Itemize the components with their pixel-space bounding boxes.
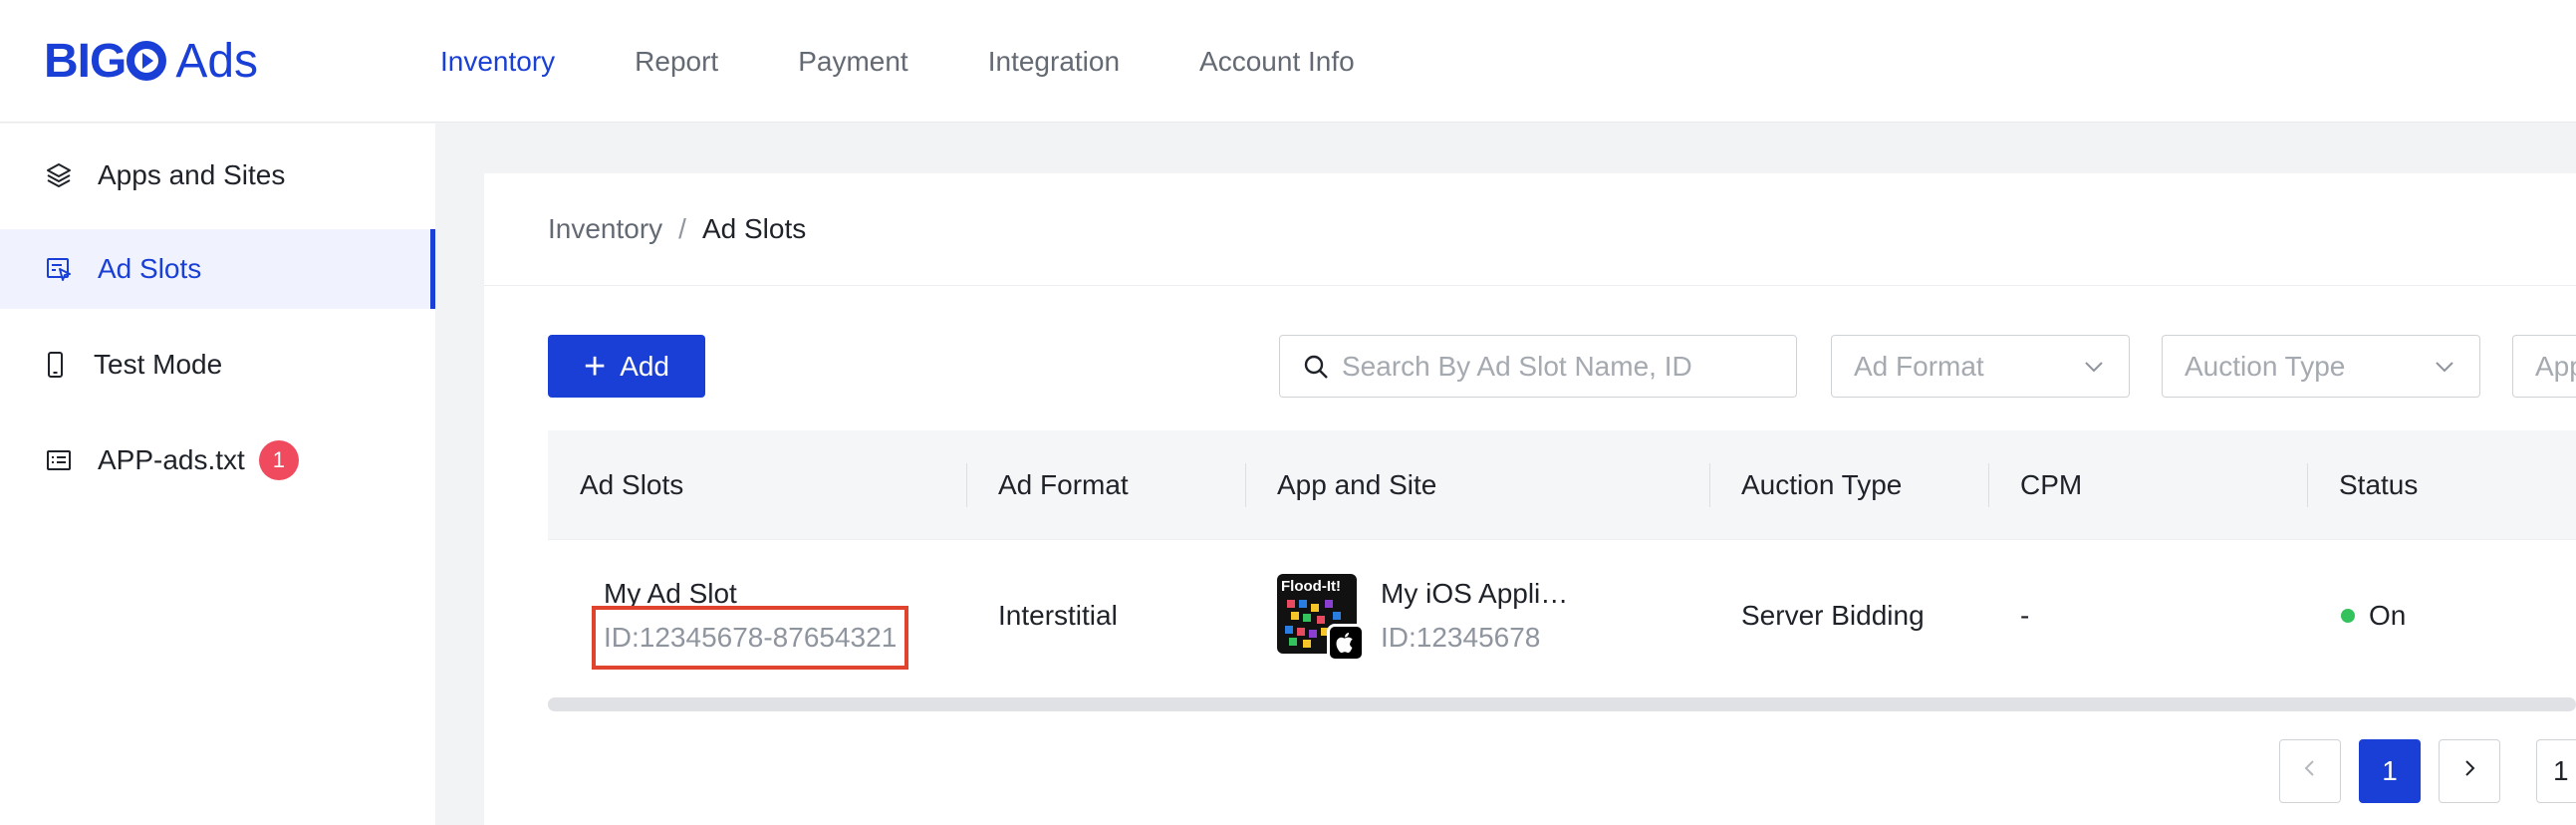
app-name[interactable]: My iOS Appli…: [1381, 578, 1568, 610]
divider: [484, 285, 2576, 286]
ad-slot-icon: [44, 254, 74, 284]
horizontal-scrollbar[interactable]: [548, 697, 2576, 711]
table-row[interactable]: My Ad Slot ID:12345678-87654321 Intersti…: [548, 540, 2576, 691]
nav-integration[interactable]: Integration: [988, 46, 1120, 78]
previous-page-button[interactable]: [2279, 739, 2341, 803]
search-icon: [1302, 353, 1330, 381]
nav-report[interactable]: Report: [635, 46, 718, 78]
app-select-placeholder: App: [2535, 350, 2576, 382]
page-1-button[interactable]: 1: [2359, 739, 2421, 803]
breadcrumb: Inventory / Ad Slots: [548, 213, 806, 245]
breadcrumb-separator: /: [678, 213, 686, 244]
column-separator: [1988, 463, 1989, 507]
add-ad-slot-button[interactable]: + Add: [548, 335, 705, 398]
cpm-value: -: [2020, 600, 2030, 631]
column-separator: [1709, 463, 1710, 507]
page-size-value: 1: [2553, 755, 2569, 786]
chevron-right-icon: [2457, 755, 2481, 787]
column-header-auction-type: Auction Type: [1741, 469, 1903, 500]
column-header-app-and-site: App and Site: [1277, 469, 1437, 500]
auction-type-select-placeholder: Auction Type: [2185, 350, 2346, 382]
apple-icon: [1327, 624, 1365, 662]
logo-play-icon: [127, 41, 167, 81]
content-card: Inventory / Ad Slots + Add Ad Format Auc…: [484, 173, 2576, 825]
status-badge: On: [2341, 600, 2406, 632]
sidebar-item-ad-slots[interactable]: Ad Slots: [0, 229, 435, 309]
nav-payment[interactable]: Payment: [798, 46, 908, 78]
sidebar-item-label: APP-ads.txt: [98, 444, 245, 475]
column-separator: [1245, 463, 1246, 507]
auction-type-value: Server Bidding: [1741, 600, 1925, 631]
notification-badge: 1: [258, 440, 299, 480]
sidebar-item-test-mode[interactable]: Test Mode: [0, 325, 435, 405]
column-header-ad-format: Ad Format: [998, 469, 1129, 500]
column-separator: [966, 463, 967, 507]
breadcrumb-inventory[interactable]: Inventory: [548, 213, 662, 245]
sidebar-item-apps-and-sites[interactable]: Apps and Sites: [0, 136, 435, 215]
breadcrumb-ad-slots: Ad Slots: [701, 213, 807, 244]
add-button-label: Add: [620, 350, 670, 382]
document-list-icon: [44, 445, 74, 475]
bigo-ads-logo[interactable]: BIG Ads: [44, 32, 258, 90]
app-id: ID:12345678: [1381, 622, 1541, 653]
app-select[interactable]: App: [2512, 335, 2576, 398]
sidebar-item-label: Ad Slots: [98, 253, 202, 284]
sidebar-item-label: Apps and Sites: [98, 159, 286, 190]
search-box: [1279, 335, 1797, 398]
top-navigation-bar: BIG Ads Inventory Report Payment Integra…: [0, 0, 2576, 123]
plus-icon: +: [583, 345, 607, 388]
status-label: On: [2369, 600, 2407, 631]
column-separator: [2307, 463, 2308, 507]
logo-wordmark: BIG: [44, 34, 167, 89]
chevron-down-icon: [2432, 354, 2457, 380]
main-nav: Inventory Report Payment Integration Acc…: [440, 0, 1434, 123]
column-header-status: Status: [2339, 469, 2419, 500]
search-input[interactable]: [1342, 350, 1780, 383]
table-header: Ad Slots Ad Format App and Site Auction …: [548, 430, 2576, 540]
page-size-select[interactable]: 1: [2536, 739, 2576, 803]
phone-icon: [40, 350, 70, 380]
ad-format-select[interactable]: Ad Format: [1831, 335, 2130, 398]
nav-account-info[interactable]: Account Info: [1199, 46, 1355, 78]
column-header-ad-slots: Ad Slots: [580, 469, 684, 500]
layers-icon: [44, 160, 74, 190]
auction-type-select[interactable]: Auction Type: [2162, 335, 2480, 398]
column-header-cpm: CPM: [2020, 469, 2083, 500]
ad-format-select-placeholder: Ad Format: [1854, 350, 1984, 382]
ad-format-value: Interstitial: [998, 600, 1118, 631]
logo-text-big: BIG: [44, 34, 127, 88]
chevron-left-icon: [2298, 755, 2322, 787]
sidebar-item-label: Test Mode: [94, 349, 223, 380]
sidebar-item-app-ads-txt[interactable]: APP-ads.txt 1: [0, 420, 435, 500]
status-dot-icon: [2341, 609, 2355, 623]
next-page-button[interactable]: [2439, 739, 2500, 803]
nav-inventory[interactable]: Inventory: [440, 46, 555, 78]
chevron-down-icon: [2081, 354, 2107, 380]
sidebar: Apps and Sites Ad Slots Test Mode APP-ad…: [0, 124, 435, 825]
logo-text-ads: Ads: [175, 34, 259, 88]
highlight-box: [592, 606, 908, 670]
